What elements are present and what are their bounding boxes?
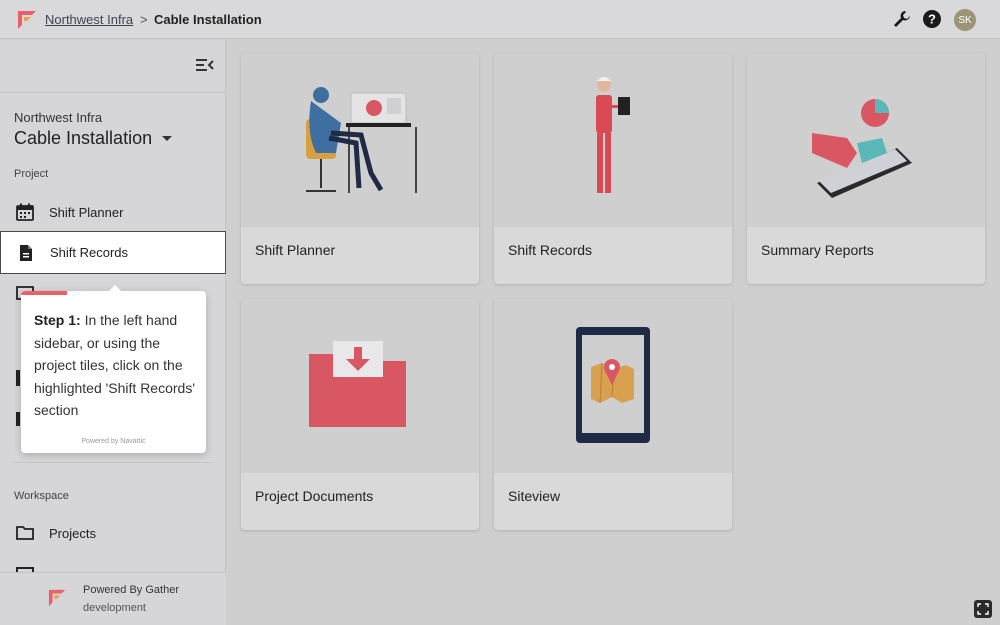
tile-siteview[interactable]: Siteview — [494, 299, 732, 530]
tile-summary-reports[interactable]: Summary Reports — [747, 53, 985, 284]
desk-worker-illustration-icon — [306, 87, 417, 193]
breadcrumb-org-link[interactable]: Northwest Infra — [45, 12, 133, 27]
fullscreen-button[interactable] — [974, 600, 992, 618]
tooltip-step: Step 1: — [34, 312, 81, 328]
tile-illustration — [494, 53, 732, 227]
tile-illustration — [241, 53, 479, 227]
breadcrumb-current: Cable Installation — [154, 12, 262, 27]
sidebar-org-name: Northwest Infra — [14, 110, 103, 125]
sidebar-item-label: Shift Planner — [49, 204, 124, 220]
sidebar-footer: Powered By Gather development — [0, 572, 226, 625]
footer-powered-by: Powered By Gather — [83, 584, 179, 596]
tile-shift-planner[interactable]: Shift Planner — [241, 53, 479, 284]
tooltip-progress-bar — [21, 291, 67, 295]
project-title: Cable Installation — [14, 128, 153, 148]
sidebar-item-label: Projects — [49, 525, 96, 541]
report-charts-illustration-icon — [812, 99, 912, 198]
tile-shift-records[interactable]: Shift Records — [494, 53, 732, 284]
tile-label: Summary Reports — [761, 242, 874, 258]
user-avatar[interactable]: SK — [954, 9, 976, 31]
walkthrough-tooltip: Step 1: In the left hand sidebar, or usi… — [21, 285, 206, 453]
tile-label: Shift Records — [508, 242, 593, 258]
tile-project-documents[interactable]: Project Documents — [241, 299, 479, 530]
section-label-project: Project — [14, 168, 49, 180]
fullscreen-icon — [977, 603, 989, 615]
sidebar-divider — [0, 92, 226, 93]
folder-icon — [16, 526, 34, 540]
documents-icon[interactable] — [16, 370, 20, 386]
gather-logo-icon — [48, 589, 66, 607]
tile-illustration — [747, 53, 985, 227]
tile-label: Project Documents — [255, 488, 374, 504]
folder-download-illustration-icon — [309, 341, 406, 427]
breadcrumb-separator: > — [140, 12, 148, 27]
tile-label: Siteview — [508, 488, 561, 504]
tile-illustration — [241, 299, 479, 473]
footer-environment: development — [83, 602, 146, 614]
sidebar-item-shift-records[interactable]: Shift Records — [0, 231, 226, 274]
field-worker-illustration-icon — [596, 77, 630, 193]
collapse-sidebar-icon[interactable] — [196, 58, 214, 72]
sidebar-item-shift-planner[interactable]: Shift Planner — [0, 192, 226, 232]
sidebar-item-label: Shift Records — [50, 245, 129, 260]
caret-down-icon — [162, 136, 173, 141]
gather-logo-icon[interactable] — [17, 10, 37, 30]
project-selector[interactable]: Cable Installation — [14, 128, 173, 149]
calendar-icon — [16, 203, 34, 221]
sidebar-divider — [14, 462, 212, 463]
tablet-map-illustration-icon — [576, 327, 650, 443]
svg-text:?: ? — [928, 12, 936, 27]
siteview-icon[interactable] — [16, 412, 20, 426]
help-icon[interactable]: ? — [922, 9, 942, 29]
top-bar: Northwest Infra > Cable Installation ? S… — [0, 0, 1000, 39]
tile-label: Shift Planner — [255, 242, 336, 258]
section-label-workspace: Workspace — [14, 490, 69, 502]
tile-illustration — [494, 299, 732, 473]
tooltip-powered-by[interactable]: Powered by Navattic — [21, 438, 206, 445]
sidebar-item-projects[interactable]: Projects — [0, 513, 226, 553]
document-icon — [20, 244, 32, 261]
wrench-icon[interactable] — [892, 9, 912, 29]
tooltip-text: Step 1: In the left hand sidebar, or usi… — [34, 309, 199, 422]
